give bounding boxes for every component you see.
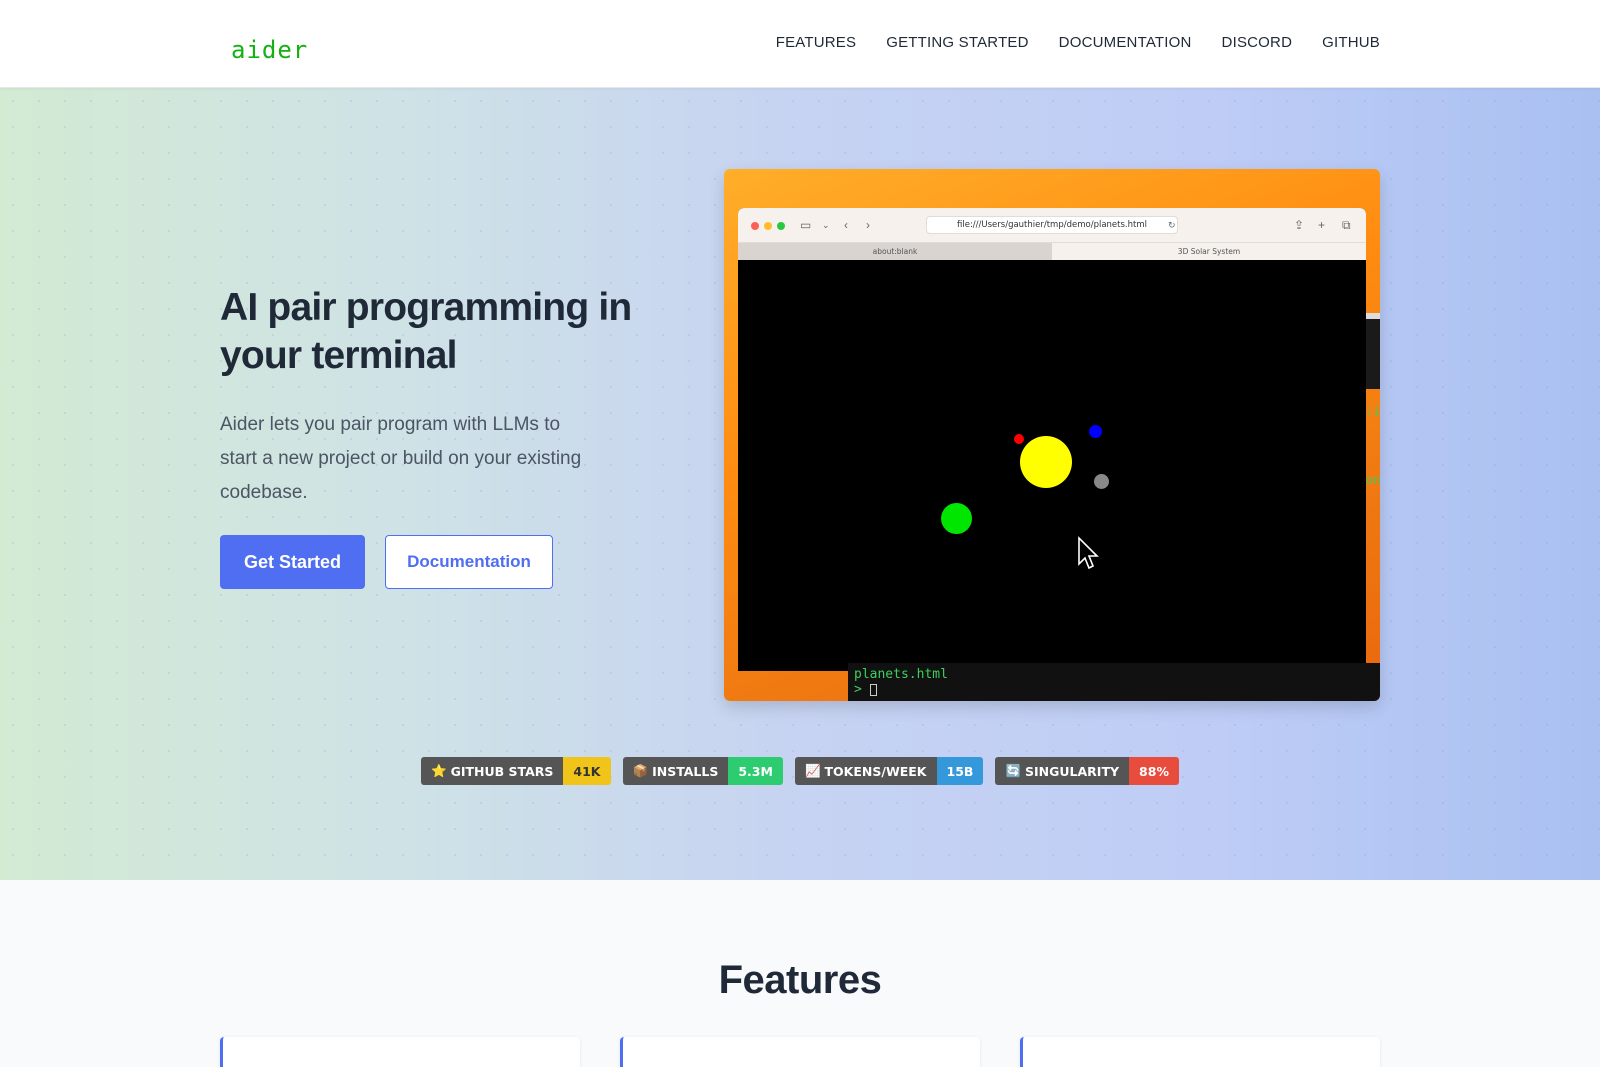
badge-label: SINGULARITY	[1025, 763, 1120, 779]
get-started-button[interactable]: Get Started	[220, 535, 365, 589]
feature-card	[220, 1037, 580, 1067]
browser-tab-2: 3D Solar System	[1052, 243, 1366, 260]
solar-system-canvas	[738, 260, 1366, 671]
url-bar: file:///Users/gauthier/tmp/demo/planets.…	[926, 216, 1178, 234]
badge-tokens-week[interactable]: 📈 TOKENS/WEEK 15B	[794, 757, 984, 785]
browser-tab-1-label: about:blank	[872, 247, 918, 256]
badge-key: 📈 TOKENS/WEEK	[794, 757, 937, 785]
badge-label: INSTALLS	[652, 763, 719, 779]
sun	[1020, 436, 1072, 488]
star-icon: ⭐	[431, 763, 447, 778]
planet-red	[1014, 434, 1024, 444]
hero-title: AI pair programming in your terminal	[220, 286, 632, 377]
feature-card	[620, 1037, 980, 1067]
hero-subtitle: Aider lets you pair program with LLMs to…	[220, 414, 582, 503]
planet-green	[941, 503, 972, 534]
terminal-prompt: >	[854, 682, 870, 697]
mouse-cursor-icon	[1078, 536, 1099, 570]
chart-icon: 📈	[804, 763, 821, 778]
nav-link-features[interactable]: FEATURES	[776, 34, 857, 51]
planet-blue	[1089, 425, 1102, 438]
badge-label: GITHUB STARS	[450, 763, 554, 779]
browser-tabbar: about:blank 3D Solar System	[738, 243, 1366, 260]
badge-key: 🔄 SINGULARITY	[995, 757, 1130, 785]
top-nav: aider FEATURES GETTING STARTED DOCUMENTA…	[0, 0, 1600, 88]
package-icon: 📦	[632, 763, 649, 778]
badge-value: 5.3M	[728, 757, 783, 785]
maximize-dot-icon	[777, 222, 785, 230]
nav-link-github[interactable]: GITHUB	[1322, 34, 1380, 51]
new-tab-icon: +	[1318, 218, 1326, 232]
hero-section: AI pair programming in your terminal Aid…	[0, 88, 1600, 880]
browser-tab-1: about:blank	[738, 243, 1052, 260]
nav-link-getting-started[interactable]: GETTING STARTED	[886, 34, 1028, 51]
back-icon: ‹	[844, 218, 848, 232]
planet-gray	[1094, 474, 1109, 489]
features-title: Features	[718, 958, 882, 1002]
badge-value: 41K	[563, 757, 611, 785]
badge-singularity[interactable]: 🔄 SINGULARITY 88%	[995, 757, 1179, 785]
terminal-fragment-1: :i	[1366, 404, 1380, 418]
terminal-fragment-2: on	[1366, 473, 1380, 487]
badge-github-stars[interactable]: ⭐ GITHUB STARS 41K	[421, 757, 611, 785]
documentation-button[interactable]: Documentation	[385, 535, 553, 589]
feature-card	[1020, 1037, 1380, 1067]
demo-browser-window: ▭ ⌄ ‹ › file:///Users/gauthier/tmp/demo/…	[738, 208, 1366, 671]
minimize-dot-icon	[764, 222, 772, 230]
badge-label: TOKENS/WEEK	[824, 763, 927, 779]
tabs-overview-icon: ⧉	[1342, 218, 1351, 232]
terminal-cursor	[869, 683, 877, 696]
forward-icon: ›	[866, 218, 870, 232]
browser-toolbar: ▭ ⌄ ‹ › file:///Users/gauthier/tmp/demo/…	[738, 208, 1366, 243]
terminal-line-2: >	[854, 682, 1374, 697]
close-dot-icon	[751, 222, 759, 230]
url-text: file:///Users/gauthier/tmp/demo/planets.…	[957, 220, 1147, 230]
badge-key: 📦 INSTALLS	[622, 757, 729, 785]
badge-value: 15B	[936, 757, 984, 785]
stats-badges: ⭐ GITHUB STARS 41K 📦 INSTALLS 5.3M 📈 TOKENS…	[0, 757, 1600, 785]
terminal-output: planets.html >	[848, 663, 1380, 701]
chevron-down-icon: ⌄	[822, 220, 830, 230]
share-icon: ⇪	[1294, 218, 1305, 232]
browser-tab-2-label: 3D Solar System	[1177, 247, 1241, 256]
terminal-edge	[1366, 319, 1380, 389]
badge-key: ⭐ GITHUB STARS	[421, 757, 564, 785]
badge-value: 88%	[1129, 757, 1179, 785]
sidebar-icon: ▭	[800, 218, 812, 232]
logo[interactable]: aider	[231, 36, 308, 64]
nav-link-documentation[interactable]: DOCUMENTATION	[1059, 34, 1192, 51]
terminal-line-1: planets.html	[854, 667, 948, 682]
badge-installs[interactable]: 📦 INSTALLS 5.3M	[622, 757, 783, 785]
refresh-icon: 🔄	[1005, 763, 1022, 778]
demo-video[interactable]: ▭ ⌄ ‹ › file:///Users/gauthier/tmp/demo/…	[724, 169, 1380, 701]
reload-icon: ↻	[1168, 220, 1176, 230]
nav-link-discord[interactable]: DISCORD	[1222, 34, 1293, 51]
nav-links: FEATURES GETTING STARTED DOCUMENTATION D…	[776, 34, 1380, 51]
